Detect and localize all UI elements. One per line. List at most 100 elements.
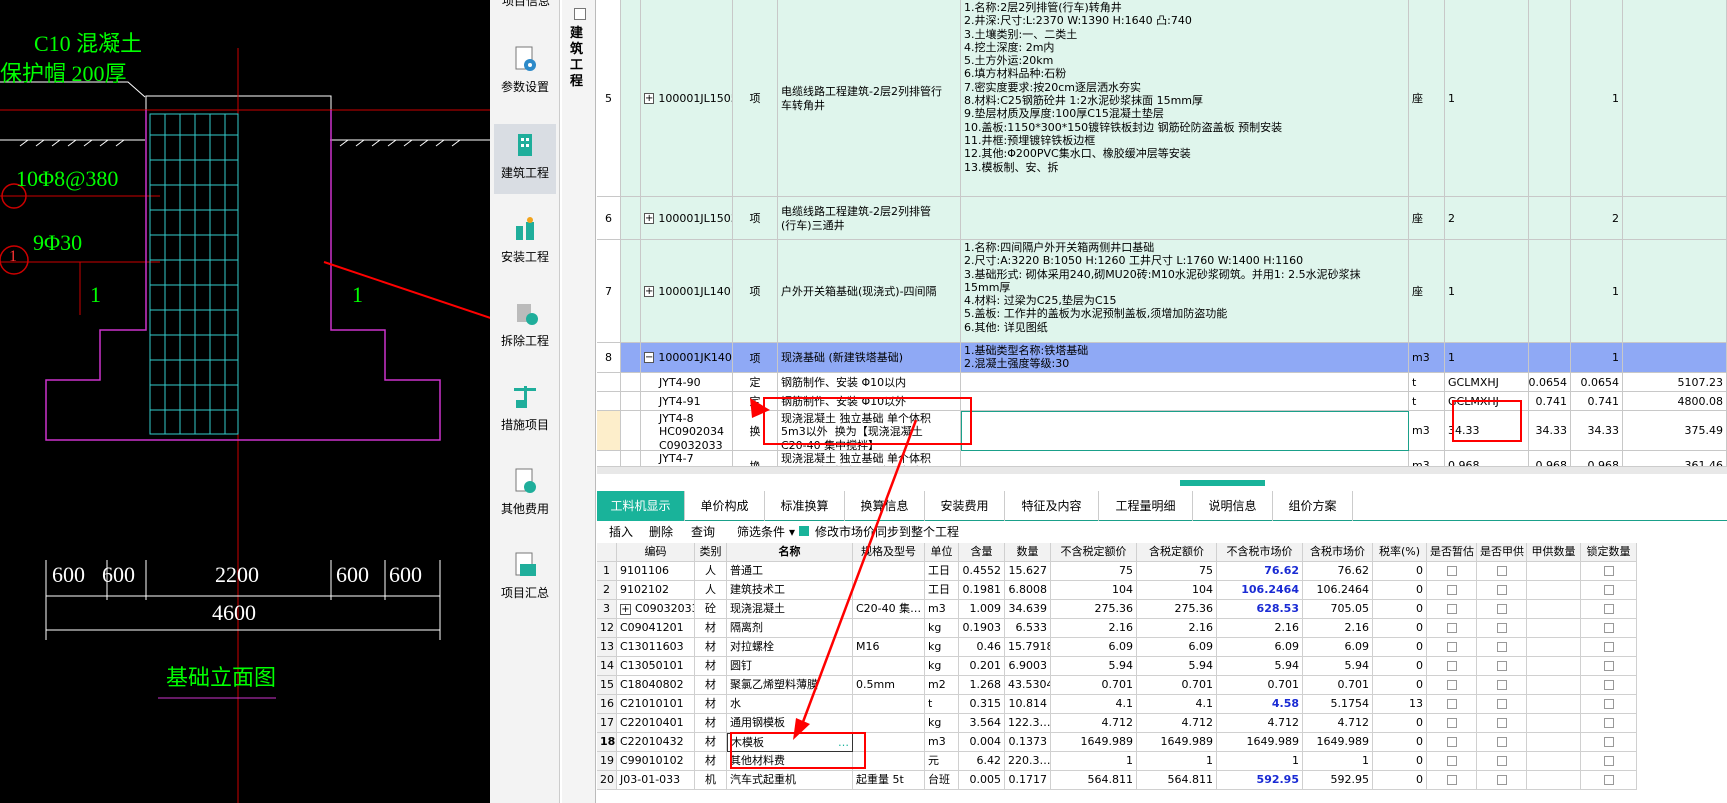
cell-gq[interactable] bbox=[1527, 562, 1581, 581]
table-row[interactable]: 1 9101106 人普通工 工日 0.4552 15.627 75 75 76.62 76.62… bbox=[597, 562, 1727, 581]
column-header[interactable]: 锁定数量 bbox=[1581, 543, 1637, 562]
item-code-cell[interactable]: +100001JL1503 bbox=[641, 197, 733, 240]
nav-item-demolish[interactable]: 拆除工程 bbox=[494, 292, 556, 362]
checkbox[interactable] bbox=[1496, 661, 1507, 671]
table-row[interactable]: 12 C09041201 材隔离剂 kg 0.1903 6.533 2.16 2.16 2.16… bbox=[597, 619, 1727, 638]
cell-qty[interactable]: 6.533 bbox=[1005, 619, 1051, 638]
column-header[interactable]: 单位 bbox=[925, 543, 959, 562]
checkbox[interactable] bbox=[1446, 775, 1457, 785]
item-code-cell[interactable]: +100001JL1401 bbox=[641, 240, 733, 343]
cell-code[interactable]: C99010102 bbox=[617, 752, 695, 771]
table-row[interactable]: 20 J03-01-033 机汽车式起重机 起重量 5t 台班 0.005 0.1717 56… bbox=[597, 771, 1727, 790]
cell-cb1[interactable] bbox=[1427, 771, 1477, 790]
cell-p4[interactable]: 76.62 bbox=[1303, 562, 1373, 581]
cell-name[interactable]: 隔离剂 bbox=[727, 619, 853, 638]
cell-cat[interactable]: 机 bbox=[695, 771, 727, 790]
item-expr[interactable]: 1 bbox=[1445, 0, 1529, 197]
cell-cb2[interactable] bbox=[1477, 752, 1527, 771]
cell-code[interactable]: C13011603 bbox=[617, 638, 695, 657]
cell-p1[interactable]: 1 bbox=[1051, 752, 1137, 771]
table-row-selected[interactable]: 8 −100001JK1401 项 现浇基础 (新建铁塔基础) 1.基础类型名称… bbox=[597, 343, 1727, 373]
checkbox[interactable] bbox=[1446, 642, 1457, 652]
checkbox[interactable] bbox=[1603, 661, 1614, 671]
cell-p3[interactable]: 0.701 bbox=[1217, 676, 1303, 695]
cell-p2[interactable]: 5.94 bbox=[1137, 657, 1217, 676]
cell-code[interactable]: 9102102 bbox=[617, 581, 695, 600]
cell-qty[interactable]: 43.5304 bbox=[1005, 676, 1051, 695]
tab-materials[interactable]: 工料机显示 bbox=[597, 491, 685, 521]
cell-spec[interactable] bbox=[853, 581, 925, 600]
quota-code[interactable]: JYT4-8 HC0902034 C09032033 bbox=[641, 411, 733, 451]
tab-standard-conversion[interactable]: 标准换算 bbox=[765, 491, 845, 521]
cell-cat[interactable]: 材 bbox=[695, 638, 727, 657]
cell-spec[interactable]: 起重量 5t bbox=[853, 771, 925, 790]
cell-cat[interactable]: 人 bbox=[695, 562, 727, 581]
nav-item-summary[interactable]: 项目汇总 bbox=[494, 544, 556, 614]
cell-cb1[interactable] bbox=[1427, 676, 1477, 695]
cell-p2[interactable]: 1649.989 bbox=[1137, 733, 1217, 752]
cell-p4[interactable]: 5.1754 bbox=[1303, 695, 1373, 714]
cell-tax[interactable]: 0 bbox=[1373, 562, 1427, 581]
delete-button[interactable]: 删除 bbox=[649, 521, 673, 543]
cell-p3[interactable]: 1649.989 bbox=[1217, 733, 1303, 752]
checkbox[interactable] bbox=[1496, 699, 1507, 709]
cell-p4[interactable]: 106.2464 bbox=[1303, 581, 1373, 600]
checkbox[interactable] bbox=[1603, 642, 1614, 652]
checkbox[interactable] bbox=[1446, 699, 1457, 709]
cell-content[interactable]: 0.4552 bbox=[959, 562, 1005, 581]
cell-code[interactable]: J03-01-033 bbox=[617, 771, 695, 790]
nav-item-install[interactable]: 安装工程 bbox=[494, 208, 556, 278]
column-header[interactable]: 不含税市场价 bbox=[1217, 543, 1303, 562]
cell-cb1[interactable] bbox=[1427, 714, 1477, 733]
cell-cat[interactable]: 材 bbox=[695, 676, 727, 695]
cell-cb1[interactable] bbox=[1427, 600, 1477, 619]
checkbox[interactable] bbox=[1496, 585, 1507, 595]
cell-gq[interactable] bbox=[1527, 657, 1581, 676]
cell-qty[interactable]: 10.814 bbox=[1005, 695, 1051, 714]
cell-spec[interactable] bbox=[853, 562, 925, 581]
checkbox[interactable] bbox=[1603, 585, 1614, 595]
cell-p4[interactable]: 1 bbox=[1303, 752, 1373, 771]
cell-p1[interactable]: 6.09 bbox=[1051, 638, 1137, 657]
cell-tax[interactable]: 0 bbox=[1373, 733, 1427, 752]
collapse-icon[interactable]: − bbox=[644, 352, 655, 363]
column-header[interactable]: 类别 bbox=[695, 543, 727, 562]
quota-description[interactable] bbox=[961, 411, 1409, 451]
cell-unit[interactable]: kg bbox=[925, 619, 959, 638]
cell-cb3[interactable] bbox=[1581, 657, 1637, 676]
checkbox[interactable] bbox=[1496, 737, 1507, 747]
table-row[interactable]: 16 C21010101 材水 t 0.315 10.814 4.1 4.1 4.58 5.175… bbox=[597, 695, 1727, 714]
tab-notes[interactable]: 说明信息 bbox=[1193, 491, 1273, 521]
cell-gq[interactable] bbox=[1527, 695, 1581, 714]
cell-p3[interactable]: 1 bbox=[1217, 752, 1303, 771]
cell-cb3[interactable] bbox=[1581, 619, 1637, 638]
table-row[interactable]: 15 C18040802 材聚氯乙烯塑料薄膜 0.5mm m2 1.268 43.5304 0… bbox=[597, 676, 1727, 695]
checkbox[interactable] bbox=[1603, 699, 1614, 709]
cell-tax[interactable]: 0 bbox=[1373, 676, 1427, 695]
checkbox[interactable] bbox=[1496, 566, 1507, 576]
cell-tax[interactable]: 13 bbox=[1373, 695, 1427, 714]
quota-name[interactable]: 钢筋制作、安装 Φ10以内 bbox=[778, 373, 961, 392]
cell-cb3[interactable] bbox=[1581, 695, 1637, 714]
cell-p4[interactable]: 5.94 bbox=[1303, 657, 1373, 676]
cell-tax[interactable]: 0 bbox=[1373, 619, 1427, 638]
nav-item-params[interactable]: 参数设置 bbox=[494, 38, 556, 108]
cell-p3[interactable]: 5.94 bbox=[1217, 657, 1303, 676]
cell-spec[interactable] bbox=[853, 714, 925, 733]
table-row[interactable]: 6 +100001JL1503 项 电缆线路工程建筑-2层2列排管 (行车)三通… bbox=[597, 197, 1727, 240]
cell-unit[interactable]: kg bbox=[925, 638, 959, 657]
item-expr[interactable]: 1 bbox=[1445, 240, 1529, 343]
cell-p4[interactable]: 2.16 bbox=[1303, 619, 1373, 638]
checkbox[interactable] bbox=[1603, 737, 1614, 747]
cell-qty[interactable]: 15.627 bbox=[1005, 562, 1051, 581]
checkbox[interactable] bbox=[1496, 775, 1507, 785]
column-header[interactable]: 是否甲供 bbox=[1477, 543, 1527, 562]
cell-p2[interactable]: 0.701 bbox=[1137, 676, 1217, 695]
cell-content[interactable]: 3.564 bbox=[959, 714, 1005, 733]
cell-code[interactable]: C21010101 bbox=[617, 695, 695, 714]
cell-cb1[interactable] bbox=[1427, 562, 1477, 581]
cell-p2[interactable]: 564.811 bbox=[1137, 771, 1217, 790]
cell-content[interactable]: 0.201 bbox=[959, 657, 1005, 676]
checkbox[interactable] bbox=[1446, 718, 1457, 728]
cell-p1[interactable]: 104 bbox=[1051, 581, 1137, 600]
